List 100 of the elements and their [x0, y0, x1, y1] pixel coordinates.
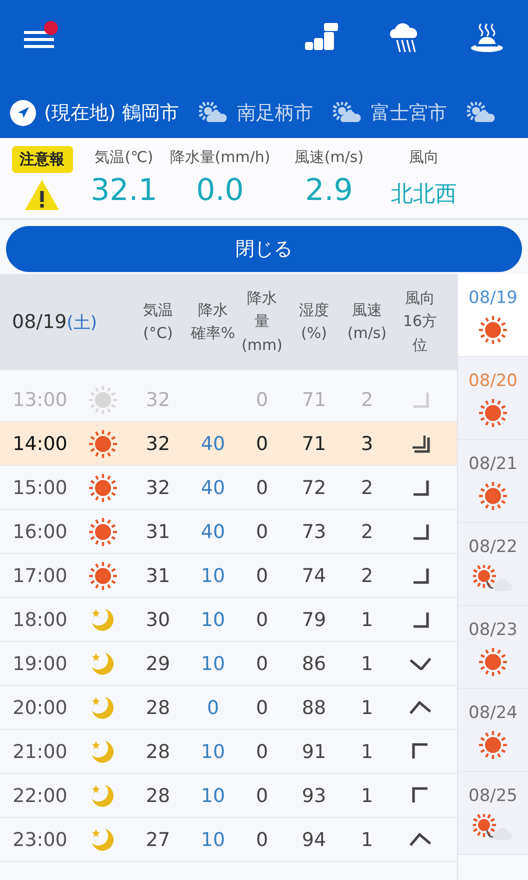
- day-item[interactable]: 08/19: [458, 274, 528, 357]
- precip-chance-cell: 0: [206, 696, 220, 718]
- precip-amount-cell-text: 0: [254, 828, 270, 850]
- partly-cloudy-icon: [332, 102, 363, 124]
- onsen-icon[interactable]: [470, 22, 504, 54]
- temperature-cell-text: 27: [144, 828, 172, 850]
- temperature-cell-text: 30: [144, 608, 172, 630]
- sun-icon: [89, 386, 117, 414]
- precip-amount-cell-text: 0: [254, 784, 270, 806]
- wind-speed-cell-text: 3: [360, 432, 374, 454]
- sun-icon: [89, 562, 117, 590]
- time-cell-text: 20:00: [12, 696, 68, 718]
- day-item[interactable]: 08/20: [458, 357, 528, 440]
- precip-chance-cell: 10: [200, 740, 226, 762]
- temperature-cell-text: 31: [144, 564, 172, 586]
- humidity-cell-text: 71: [300, 388, 328, 410]
- precip-chance-cell: 40: [200, 476, 226, 498]
- time-cell-text: 21:00: [12, 740, 68, 762]
- day-item[interactable]: 08/25: [458, 772, 528, 855]
- day-item[interactable]: 08/21: [458, 440, 528, 523]
- humidity-cell-text: 86: [300, 652, 328, 674]
- humidity-cell-text: 94: [300, 828, 328, 850]
- wind-speed-cell-text: 1: [360, 696, 374, 718]
- precip-chance-cell: 40: [200, 520, 226, 542]
- day-item[interactable]: 08/23: [458, 606, 528, 689]
- weekday-label: (土): [66, 312, 98, 334]
- column-header: 降水 量 (mm): [240, 288, 284, 356]
- warning-icon: [24, 179, 60, 211]
- column-header: 湿度 (%): [298, 300, 330, 344]
- column-header: 降水 確率%: [190, 300, 236, 344]
- humidity-cell-text: 79: [300, 608, 328, 630]
- precip-amount-cell-text: 0: [254, 388, 270, 410]
- humidity-cell-text: 91: [300, 740, 328, 762]
- sun-icon: [89, 518, 117, 546]
- reading-value: 0.0: [196, 173, 244, 208]
- partly-cloudy-icon: [466, 102, 497, 124]
- wind-speed-cell-text: 1: [360, 828, 374, 850]
- humidity-cell-text: 73: [300, 520, 328, 542]
- precip-chance-cell: 10: [200, 564, 226, 586]
- temperature-cell-text: 28: [144, 696, 172, 718]
- humidity-cell-text: 88: [300, 696, 328, 718]
- location-tab[interactable]: 南足柄市: [198, 100, 313, 126]
- sun-icon: [479, 482, 507, 510]
- reading-value: 北北西: [391, 181, 457, 209]
- time-cell-text: 19:00: [12, 652, 68, 674]
- precip-amount-cell-text: 0: [254, 520, 270, 542]
- humidity-cell-text: 72: [300, 476, 328, 498]
- wind-speed-cell-text: 1: [360, 608, 374, 630]
- sun-icon: [89, 474, 117, 502]
- partly-cloudy-icon: [198, 102, 229, 124]
- wind-speed-cell-text: 1: [360, 740, 374, 762]
- wind-speed-cell-text: 1: [360, 784, 374, 806]
- precip-amount-cell-text: 0: [254, 652, 270, 674]
- precip-amount-cell-text: 0: [254, 696, 270, 718]
- temperature-cell-text: 31: [144, 520, 172, 542]
- reading-value: 2.9: [305, 173, 353, 208]
- reading-value: 32.1: [90, 173, 158, 208]
- location-tab[interactable]: (現在地) 鶴岡市: [10, 100, 179, 126]
- sun-icon: [479, 316, 507, 344]
- precip-chance-cell: 10: [200, 828, 226, 850]
- precip-amount-cell-text: 0: [254, 564, 270, 586]
- humidity-cell-text: 93: [300, 784, 328, 806]
- time-cell-text: 18:00: [12, 608, 68, 630]
- close-button[interactable]: 閉じる: [6, 226, 522, 272]
- location-tab[interactable]: [466, 102, 497, 124]
- time-cell-text: 13:00: [12, 388, 68, 410]
- precip-chance-cell: 40: [200, 432, 226, 454]
- time-cell-text: 15:00: [12, 476, 68, 498]
- day-item[interactable]: 08/24: [458, 689, 528, 772]
- precip-chance-cell: 10: [200, 784, 226, 806]
- wind-speed-cell-text: 2: [360, 476, 374, 498]
- day-item[interactable]: 08/22: [458, 523, 528, 606]
- location-tab[interactable]: 富士宮市: [332, 100, 447, 126]
- humidity-cell-text: 74: [300, 564, 328, 586]
- wind-speed-cell-text: 2: [360, 564, 374, 586]
- precip-amount-cell-text: 0: [254, 476, 270, 498]
- reading-label: 風向: [409, 148, 439, 167]
- temperature-cell-text: 32: [144, 388, 172, 410]
- temperature-cell-text: 32: [144, 432, 172, 454]
- sun-icon: [479, 648, 507, 676]
- precip-amount-cell-text: 0: [254, 432, 270, 454]
- alert-badge: 注意報: [12, 146, 72, 173]
- temperature-cell-text: 29: [144, 652, 172, 674]
- reading-label: 風速(m/s): [294, 148, 364, 167]
- humidity-cell-text: 71: [300, 432, 328, 454]
- time-cell-text: 17:00: [12, 564, 68, 586]
- time-cell-text: 14:00: [12, 432, 68, 454]
- time-cell-text: 16:00: [12, 520, 68, 542]
- temperature-cell-text: 28: [144, 784, 172, 806]
- temperature-cell-text: 28: [144, 740, 172, 762]
- date-label: 08/19: [12, 311, 67, 333]
- reading-label: 降水量(mm/h): [170, 148, 270, 167]
- sun-icon: [479, 731, 507, 759]
- blocks-icon[interactable]: [304, 22, 340, 52]
- time-cell-text: 23:00: [12, 828, 68, 850]
- temperature-cell-text: 32: [144, 476, 172, 498]
- column-header: 風向 16方 位: [402, 288, 438, 356]
- wind-speed-cell-text: 1: [360, 652, 374, 674]
- sun-icon: [479, 399, 507, 427]
- precip-chance-cell: 10: [200, 608, 226, 630]
